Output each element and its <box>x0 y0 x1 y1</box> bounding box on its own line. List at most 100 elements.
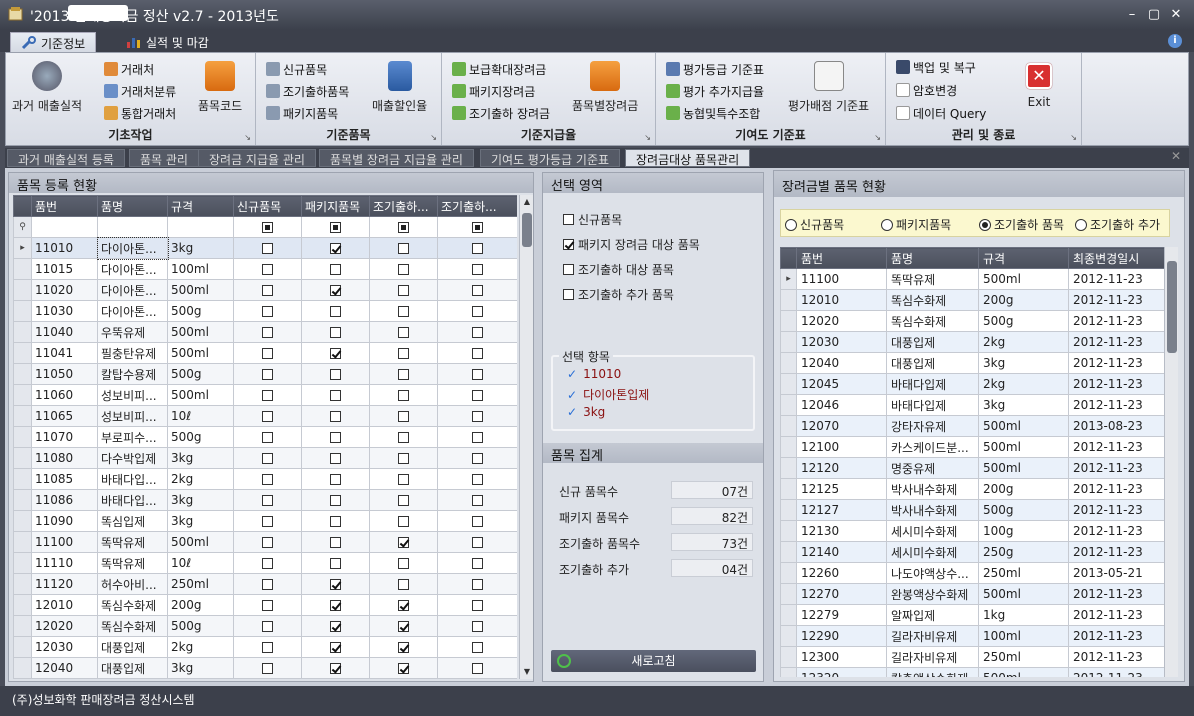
checkbox[interactable] <box>330 663 341 674</box>
item-code-cell[interactable]: 12140 <box>796 541 887 563</box>
flag-cell[interactable] <box>437 510 517 532</box>
flag-cell[interactable] <box>233 384 302 406</box>
merged-customer-button[interactable]: 통합거래처 <box>104 105 176 122</box>
flag-cell[interactable] <box>301 636 370 658</box>
data-query-button[interactable]: 데이터 Query <box>896 105 986 122</box>
flag-cell[interactable] <box>301 258 370 280</box>
item-code-cell[interactable]: 12290 <box>796 625 887 647</box>
modified-date-cell[interactable]: 2012-11-23 <box>1068 541 1164 563</box>
checkbox[interactable] <box>262 453 273 464</box>
flag-cell[interactable] <box>301 594 370 616</box>
check-package-items[interactable]: 패키지 장려금 대상 품목 <box>563 236 700 253</box>
item-code-cell[interactable]: 11030 <box>31 300 98 322</box>
item-code-cell[interactable]: 11100 <box>796 268 887 290</box>
flag-cell[interactable] <box>437 342 517 364</box>
filter-checkbox[interactable] <box>472 222 483 233</box>
flag-cell[interactable] <box>369 258 438 280</box>
doctab-item-incentive-rate[interactable]: 품목별 장려금 지급율 관리 <box>319 149 474 167</box>
checkbox[interactable] <box>472 474 483 485</box>
flag-cell[interactable] <box>233 447 302 469</box>
modified-date-cell[interactable]: 2012-11-23 <box>1068 478 1164 500</box>
checkbox[interactable] <box>472 579 483 590</box>
column-header[interactable]: 규격 <box>978 247 1069 269</box>
table-row[interactable]: 12045 바태다입제 2kg 2012-11-23 <box>780 373 1164 395</box>
item-code-cell[interactable]: 11050 <box>31 363 98 385</box>
table-row[interactable]: 12127 박사내수화제 500g 2012-11-23 <box>780 499 1164 521</box>
row-header[interactable] <box>780 541 797 563</box>
flag-cell[interactable] <box>369 363 438 385</box>
flag-cell[interactable] <box>301 300 370 322</box>
row-header[interactable] <box>13 594 32 616</box>
flag-cell[interactable] <box>437 615 517 637</box>
checkbox[interactable] <box>330 474 341 485</box>
row-header[interactable] <box>13 531 32 553</box>
checkbox[interactable] <box>398 537 409 548</box>
item-spec-cell[interactable]: 100g <box>978 520 1069 542</box>
item-code-cell[interactable]: 12046 <box>796 394 887 416</box>
table-row[interactable]: 11065 성보비피... 10ℓ <box>13 405 517 427</box>
row-header[interactable] <box>13 489 32 511</box>
item-name-cell[interactable]: 다이아톤... <box>97 300 168 322</box>
item-name-cell[interactable]: 바태다입제 <box>886 373 979 395</box>
filter-checkbox[interactable] <box>330 222 341 233</box>
row-header[interactable] <box>780 352 797 374</box>
checkbox[interactable] <box>472 621 483 632</box>
item-name-cell[interactable]: 칼탑수용제 <box>97 363 168 385</box>
item-spec-cell[interactable]: 250ml <box>978 646 1069 668</box>
row-header[interactable] <box>13 405 32 427</box>
check-early-ship-items[interactable]: 조기출하 대상 품목 <box>563 261 674 278</box>
item-code-cell[interactable]: 12100 <box>796 436 887 458</box>
item-spec-cell[interactable]: 3kg <box>167 489 234 511</box>
filter-cell[interactable] <box>97 216 168 238</box>
filter-checkbox[interactable] <box>398 222 409 233</box>
table-row[interactable]: ▸ 11100 똑딱유제 500ml 2012-11-23 <box>780 268 1164 290</box>
flag-cell[interactable] <box>301 279 370 301</box>
filter-cell[interactable] <box>233 216 302 238</box>
item-name-cell[interactable]: 명중유제 <box>886 457 979 479</box>
modified-date-cell[interactable]: 2012-11-23 <box>1068 310 1164 332</box>
checkbox[interactable] <box>262 558 273 569</box>
row-header[interactable] <box>13 384 32 406</box>
flag-cell[interactable] <box>233 237 302 259</box>
column-header[interactable]: 규격 <box>167 195 234 217</box>
item-code-cell[interactable]: 12070 <box>796 415 887 437</box>
radio-button[interactable] <box>979 219 991 231</box>
scroll-thumb[interactable] <box>522 213 532 247</box>
column-header[interactable]: 조기출하... <box>369 195 438 217</box>
item-name-cell[interactable]: 허수아비... <box>97 573 168 595</box>
checkbox[interactable] <box>330 411 341 422</box>
checkbox[interactable] <box>398 411 409 422</box>
item-name-cell[interactable]: 대풍입제 <box>886 331 979 353</box>
close-tab-icon[interactable]: ✕ <box>1171 149 1181 163</box>
checkbox[interactable] <box>472 348 483 359</box>
scroll-thumb[interactable] <box>1167 261 1177 353</box>
flag-cell[interactable] <box>301 426 370 448</box>
item-spec-cell[interactable]: 500ml <box>167 342 234 364</box>
row-header[interactable] <box>13 426 32 448</box>
table-row[interactable]: 12300 길라자비유제 250ml 2012-11-23 <box>780 646 1164 668</box>
doctab-incentive-rate[interactable]: 장려금 지급율 관리 <box>198 149 316 167</box>
item-code-cell[interactable]: 11086 <box>31 489 98 511</box>
table-row[interactable]: 11015 다이아톤... 100ml <box>13 258 517 280</box>
item-spec-cell[interactable]: 500g <box>978 499 1069 521</box>
row-header[interactable] <box>13 573 32 595</box>
exit-button[interactable]: ✕ Exit <box>1026 63 1052 109</box>
item-code-cell[interactable]: 12260 <box>796 562 887 584</box>
item-name-cell[interactable]: 카스케이드분... <box>886 436 979 458</box>
checkbox[interactable] <box>472 453 483 464</box>
item-name-cell[interactable]: 필충탄유제 <box>97 342 168 364</box>
item-code-cell[interactable]: 12010 <box>796 289 887 311</box>
flag-cell[interactable] <box>369 510 438 532</box>
table-row[interactable]: 12100 카스케이드분... 500ml 2012-11-23 <box>780 436 1164 458</box>
table-row[interactable]: 11070 부로피수... 500g <box>13 426 517 448</box>
item-name-cell[interactable]: 박사내수화제 <box>886 499 979 521</box>
flag-cell[interactable] <box>369 657 438 679</box>
modified-date-cell[interactable]: 2012-11-23 <box>1068 604 1164 626</box>
flag-cell[interactable] <box>301 405 370 427</box>
flag-cell[interactable] <box>369 426 438 448</box>
item-code-cell[interactable]: 11090 <box>31 510 98 532</box>
row-header[interactable] <box>780 331 797 353</box>
item-code-cell[interactable]: 11015 <box>31 258 98 280</box>
table-row[interactable]: 12020 똑심수화제 500g 2012-11-23 <box>780 310 1164 332</box>
flag-cell[interactable] <box>369 384 438 406</box>
